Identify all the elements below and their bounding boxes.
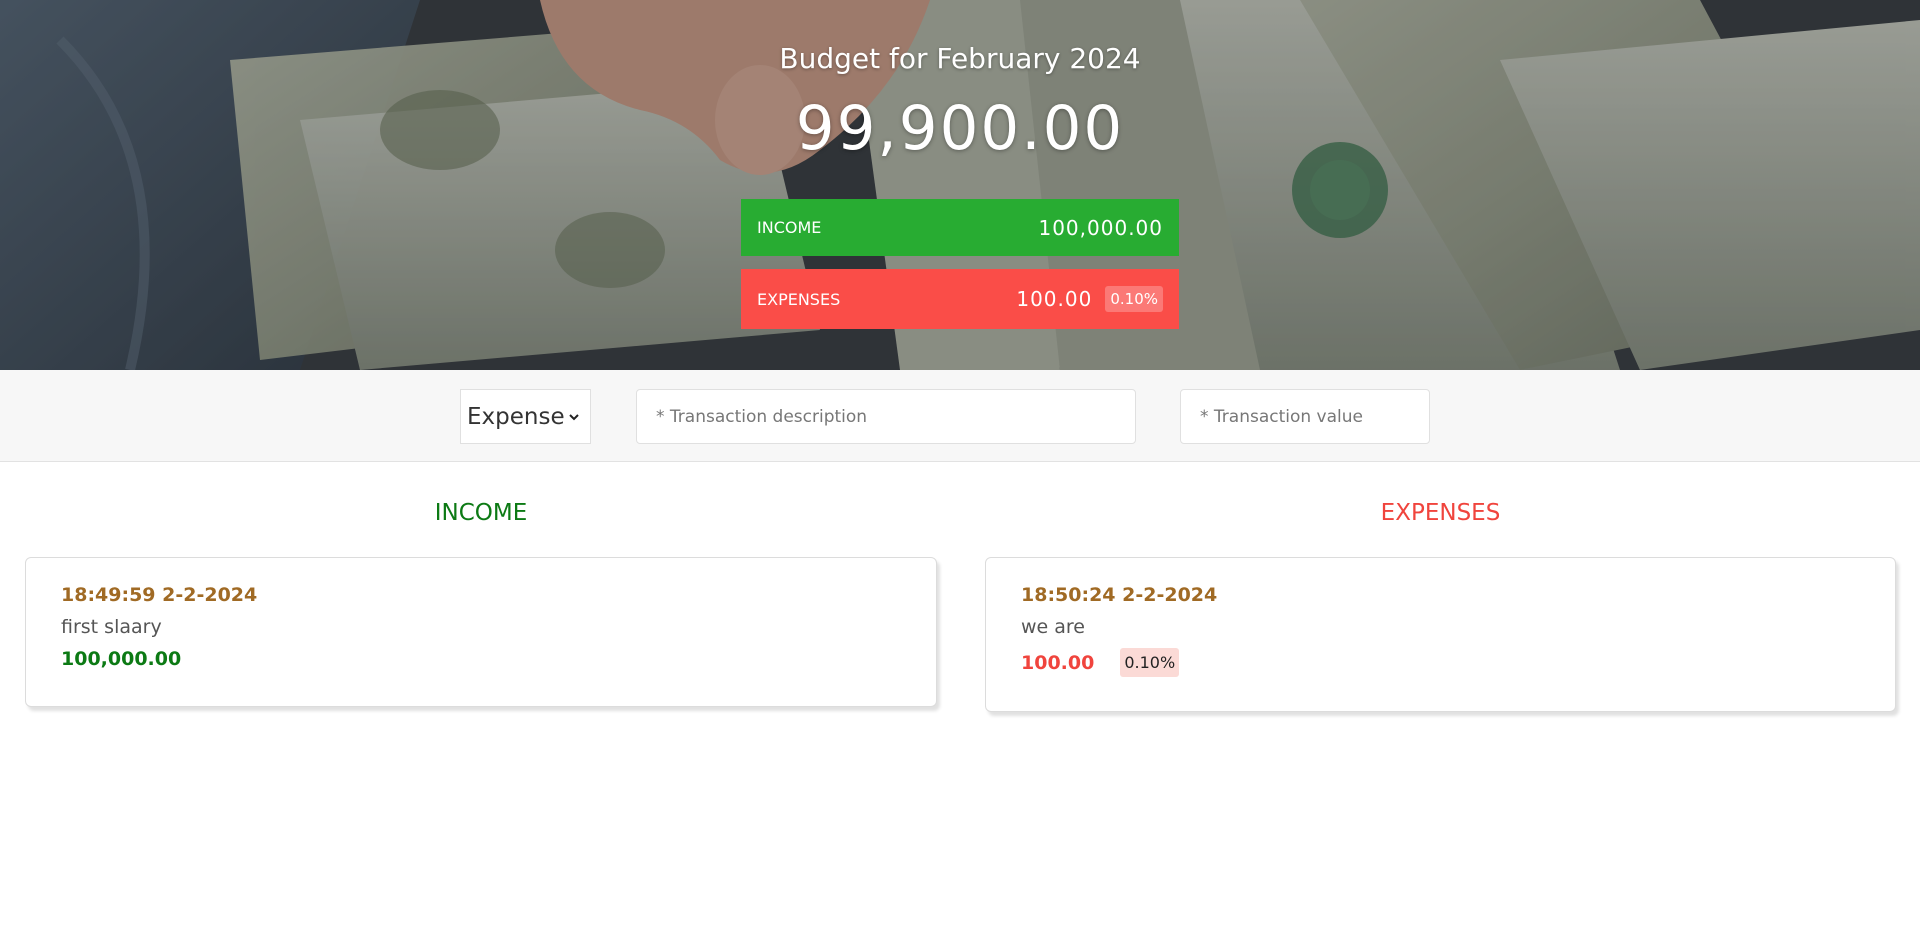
income-item-card[interactable]: 18:49:59 2-2-2024 first slaary 100,000.0… xyxy=(25,557,937,707)
expenses-summary-value: 100.00 xyxy=(1016,287,1093,311)
expenses-list-title: EXPENSES xyxy=(1380,500,1501,526)
header-hero: Budget for February 2024 99,900.00 INCOM… xyxy=(0,0,1920,370)
expense-item-time: 18:50:24 2-2-2024 xyxy=(1021,584,1218,606)
income-item-time: 18:49:59 2-2-2024 xyxy=(61,584,258,606)
budget-total: 99,900.00 xyxy=(795,93,1125,164)
expense-item-percentage: 0.10% xyxy=(1120,648,1180,677)
income-list-title: INCOME xyxy=(434,500,528,526)
transaction-description-input[interactable]: * Transaction description xyxy=(636,389,1136,444)
expenses-summary-percentage: 0.10% xyxy=(1105,286,1163,312)
transaction-type-value: Expense xyxy=(467,403,565,430)
transaction-value-input[interactable]: * Transaction value xyxy=(1180,389,1430,444)
income-summary: INCOME 100,000.00 xyxy=(741,199,1179,256)
budget-title: Budget for February 2024 xyxy=(779,42,1141,75)
transaction-value-placeholder: * Transaction value xyxy=(1200,406,1363,427)
expense-item-card[interactable]: 18:50:24 2-2-2024 we are 100.00 0.10% xyxy=(985,557,1896,712)
expenses-summary: EXPENSES 100.00 0.10% xyxy=(741,269,1179,329)
add-transaction-bar: Expense * Transaction description * Tran… xyxy=(0,370,1920,462)
transaction-description-placeholder: * Transaction description xyxy=(656,406,868,427)
income-summary-label: INCOME xyxy=(757,218,822,237)
expense-item-amount: 100.00 xyxy=(1021,651,1095,674)
expenses-summary-label: EXPENSES xyxy=(757,289,841,309)
expense-item-description: we are xyxy=(1021,616,1085,638)
income-summary-value: 100,000.00 xyxy=(1038,215,1163,240)
transaction-type-select[interactable]: Expense xyxy=(460,389,591,444)
income-item-amount: 100,000.00 xyxy=(61,648,182,670)
chevron-down-icon xyxy=(569,414,579,421)
income-item-description: first slaary xyxy=(61,616,162,638)
